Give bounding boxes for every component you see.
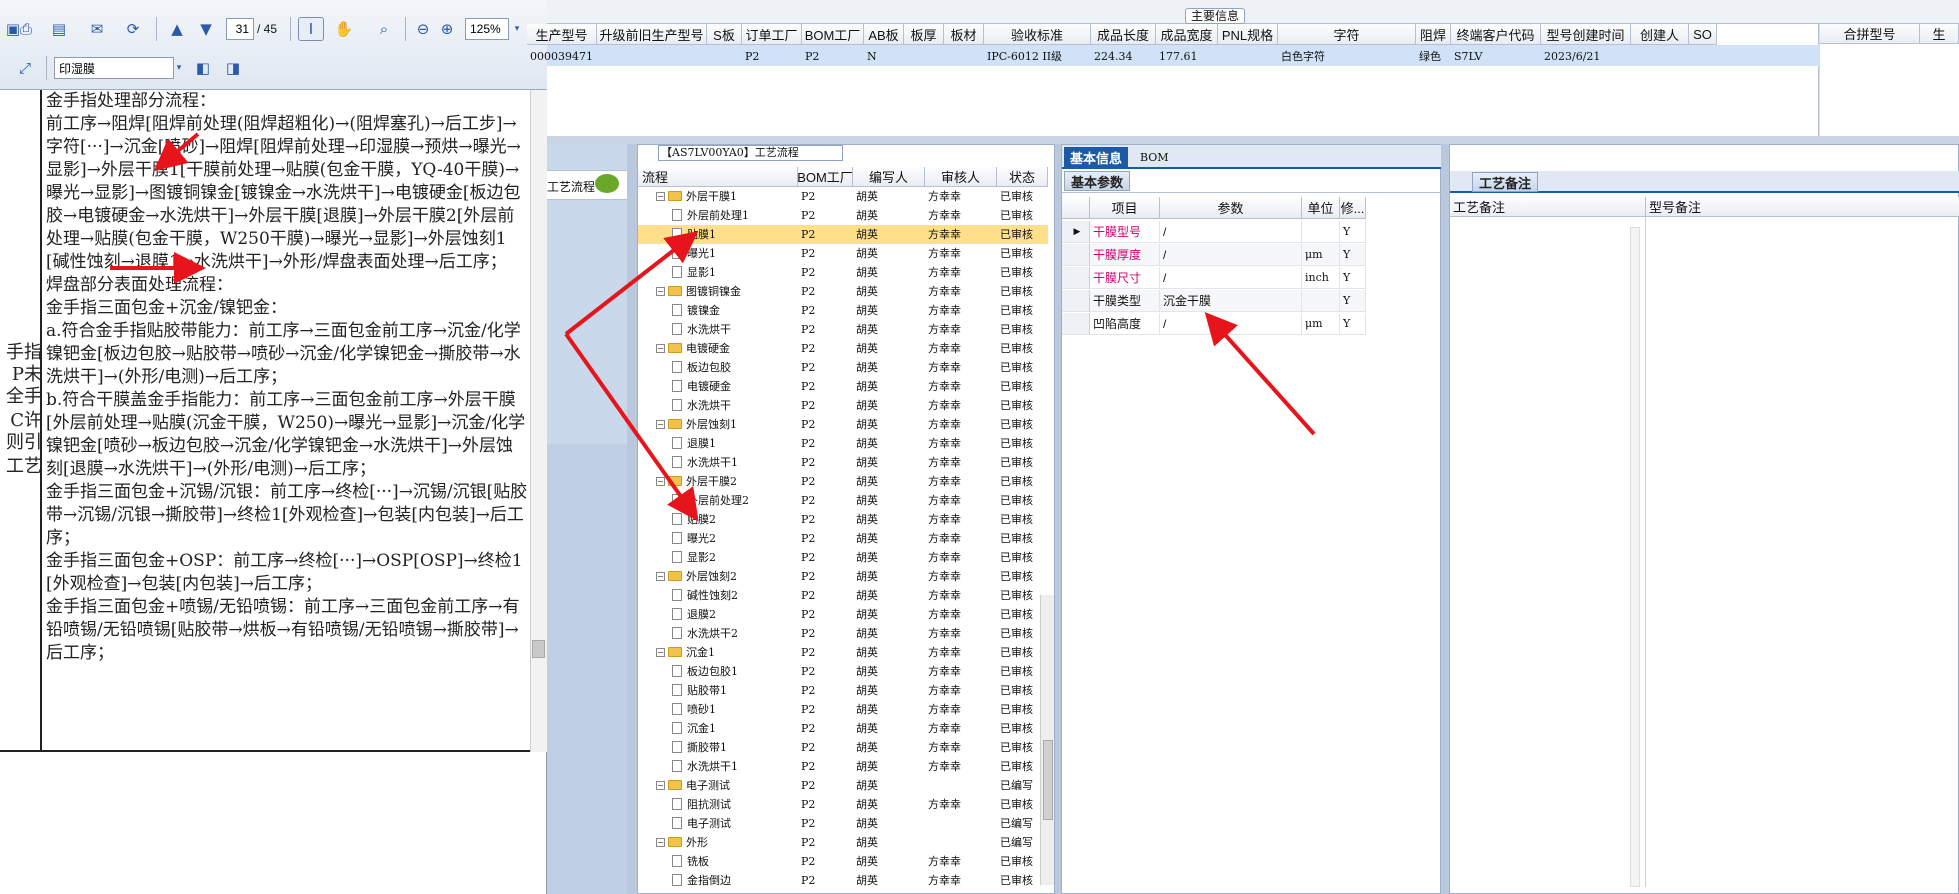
arrow-to-film-type (1204, 312, 1316, 436)
annotation-arrows (110, 132, 1316, 522)
arrow-to-film-1 (153, 132, 200, 172)
screen: ▣ ⎙ ▤ ✉ ⟳ ▲ ▼ / 45 I ✋ ⌕ ⊖ ⊕ ▾ ⤢ ▾ ◧ ◨ (0, 0, 1959, 894)
arrow-to-film-row-2 (564, 332, 699, 522)
arrow-to-film-row-1 (564, 231, 699, 336)
